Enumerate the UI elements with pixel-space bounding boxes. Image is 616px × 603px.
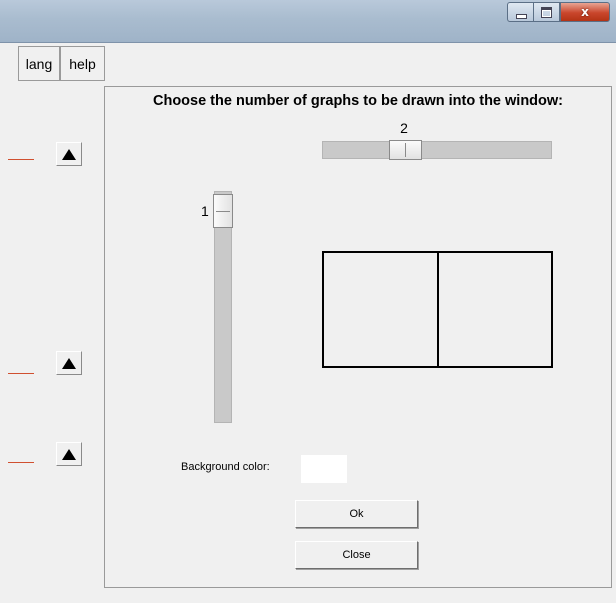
graph-layout-preview — [322, 251, 553, 368]
columns-value-label: 2 — [400, 120, 408, 136]
preview-graph-cell — [439, 253, 552, 366]
red-line-marker — [8, 159, 34, 160]
columns-slider-thumb[interactable] — [389, 140, 422, 160]
background-color-swatch[interactable] — [301, 455, 347, 483]
red-line-marker — [8, 373, 34, 374]
rows-value-label: 1 — [201, 203, 209, 219]
close-icon: x — [581, 5, 589, 19]
rows-slider-thumb[interactable] — [213, 194, 233, 228]
ok-button[interactable]: Ok — [295, 500, 418, 528]
triangle-up-icon — [62, 448, 76, 460]
columns-slider[interactable] — [322, 140, 552, 160]
up-arrow-button[interactable] — [56, 351, 82, 375]
up-arrow-button[interactable] — [56, 442, 82, 466]
maximize-icon — [541, 6, 552, 18]
minimize-button[interactable] — [507, 2, 534, 22]
graphs-dialog-panel: Choose the number of graphs to be drawn … — [104, 86, 612, 588]
window-title-bar[interactable]: x — [0, 0, 616, 43]
help-button[interactable]: help — [60, 46, 105, 81]
red-line-marker — [8, 462, 34, 463]
triangle-up-icon — [62, 357, 76, 369]
close-button[interactable]: Close — [295, 541, 418, 569]
preview-graph-cell — [324, 253, 439, 366]
minimize-icon — [515, 13, 527, 19]
maximize-button[interactable] — [533, 2, 560, 22]
rows-slider[interactable] — [213, 191, 233, 423]
lang-button[interactable]: lang — [18, 46, 60, 81]
up-arrow-button[interactable] — [56, 142, 82, 166]
triangle-up-icon — [62, 148, 76, 160]
background-color-label: Background color: — [181, 461, 270, 473]
close-window-button[interactable]: x — [560, 2, 610, 22]
dialog-title: Choose the number of graphs to be drawn … — [152, 93, 564, 109]
